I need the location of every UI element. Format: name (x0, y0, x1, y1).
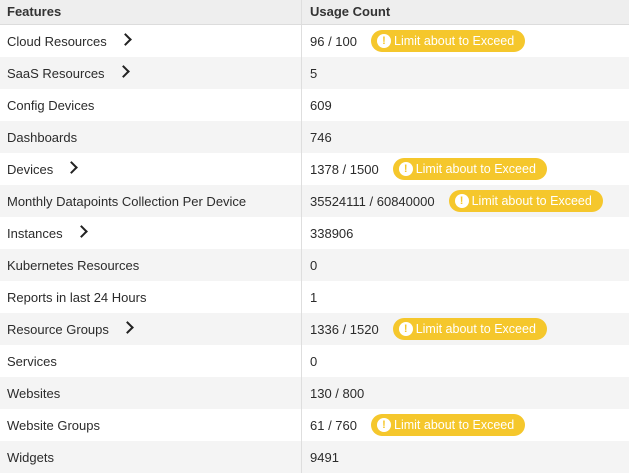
usage-cell: 1336 / 1520! Limit about to Exceed (302, 313, 629, 345)
feature-label: Cloud Resources (7, 33, 107, 49)
chevron-right-icon[interactable] (118, 33, 132, 46)
usage-cell: 130 / 800 (302, 377, 629, 409)
usage-value: 130 / 800 (310, 385, 365, 401)
chevron-right-icon[interactable] (121, 321, 134, 334)
feature-cell: Reports in last 24 Hours (0, 281, 302, 313)
feature-cell: Dashboards (0, 121, 302, 153)
feature-label: Monthly Datapoints Collection Per Device (7, 193, 247, 209)
feature-cell: Website Groups (0, 409, 302, 441)
feature-label: SaaS Resources (7, 65, 105, 81)
usage-count-column-header[interactable]: Usage Count (302, 0, 629, 24)
usage-value: 338906 (310, 225, 354, 241)
table-row[interactable]: Cloud Resources 96 / 100! Limit about to E… (0, 25, 629, 57)
usage-table: Features Usage Count Cloud Resources 96 /… (0, 0, 629, 473)
warning-icon: ! (377, 34, 391, 48)
usage-value: 0 (310, 257, 318, 273)
limit-warning-badge: ! Limit about to Exceed (392, 158, 547, 180)
usage-value: 1 (310, 289, 318, 305)
feature-label: Kubernetes Resources (7, 257, 140, 273)
table-body: Cloud Resources 96 / 100! Limit about to E… (0, 25, 629, 473)
feature-cell: Resource Groups (0, 313, 302, 345)
badge-label: Limit about to Exceed (415, 322, 536, 336)
usage-cell: 0 (302, 249, 629, 281)
chevron-right-icon[interactable] (74, 225, 88, 238)
usage-cell: 609 (302, 89, 629, 121)
badge-label: Limit about to Exceed (471, 194, 592, 208)
feature-cell: Config Devices (0, 89, 302, 121)
limit-warning-badge: ! Limit about to Exceed (371, 30, 526, 52)
warning-icon: ! (398, 162, 413, 176)
table-row[interactable]: Instances 338906 (0, 217, 629, 249)
usage-value: 9491 (310, 449, 339, 465)
usage-value: 35524111 / 60840000 (310, 193, 435, 209)
usage-value: 96 / 100 (310, 33, 357, 49)
usage-cell: 96 / 100! Limit about to Exceed (302, 25, 629, 57)
badge-label: Limit about to Exceed (394, 418, 515, 432)
usage-value: 1378 / 1500 (310, 161, 379, 177)
table-row: Websites 130 / 800 (0, 377, 629, 409)
feature-cell: Monthly Datapoints Collection Per Device (0, 185, 302, 217)
usage-cell: 35524111 / 60840000! Limit about to Excee… (302, 185, 629, 217)
table-row[interactable]: Devices 1378 / 1500! Limit about to Exceed (0, 153, 629, 185)
features-column-header[interactable]: Features (0, 0, 302, 24)
feature-label: Config Devices (7, 97, 95, 113)
warning-icon: ! (377, 418, 391, 432)
feature-label: Websites (7, 385, 61, 401)
table-row: Widgets 9491 (0, 441, 629, 473)
feature-label: Dashboards (7, 129, 78, 145)
table-row: Reports in last 24 Hours 1 (0, 281, 629, 313)
usage-cell: 1378 / 1500! Limit about to Exceed (302, 153, 629, 185)
feature-cell: Devices (0, 153, 302, 185)
usage-cell: 5 (302, 57, 629, 89)
feature-label: Instances (7, 225, 63, 241)
table-row: Kubernetes Resources 0 (0, 249, 629, 281)
warning-icon: ! (454, 194, 469, 208)
usage-cell: 338906 (302, 217, 629, 249)
table-row: Config Devices 609 (0, 89, 629, 121)
chevron-right-icon[interactable] (65, 161, 79, 174)
feature-cell: Services (0, 345, 302, 377)
badge-label: Limit about to Exceed (394, 34, 515, 48)
feature-cell: Widgets (0, 441, 302, 473)
table-row: Monthly Datapoints Collection Per Device… (0, 185, 629, 217)
usage-cell: 0 (302, 345, 629, 377)
table-row: Services 0 (0, 345, 629, 377)
feature-cell: Kubernetes Resources (0, 249, 302, 281)
usage-value: 5 (310, 65, 318, 81)
usage-value: 61 / 760 (310, 417, 357, 433)
table-row[interactable]: SaaS Resources 5 (0, 57, 629, 89)
limit-warning-badge: ! Limit about to Exceed (392, 318, 547, 340)
usage-value: 1336 / 1520 (310, 321, 379, 337)
feature-cell: Instances (0, 217, 302, 249)
feature-label: Widgets (7, 449, 54, 465)
usage-value: 0 (310, 353, 318, 369)
feature-cell: Cloud Resources (0, 25, 302, 57)
badge-label: Limit about to Exceed (415, 162, 536, 176)
usage-cell: 746 (302, 121, 629, 153)
feature-label: Services (7, 353, 57, 369)
usage-value: 609 (310, 97, 332, 113)
usage-cell: 1 (302, 281, 629, 313)
feature-cell: SaaS Resources (0, 57, 302, 89)
limit-warning-badge: ! Limit about to Exceed (448, 190, 603, 212)
feature-label: Reports in last 24 Hours (7, 289, 147, 305)
usage-value: 746 (310, 129, 332, 145)
table-row[interactable]: Resource Groups 1336 / 1520! Limit about t… (0, 313, 629, 345)
feature-label: Devices (7, 161, 54, 177)
limit-warning-badge: ! Limit about to Exceed (371, 414, 526, 436)
feature-label: Resource Groups (7, 321, 109, 337)
usage-cell: 9491 (302, 441, 629, 473)
usage-cell: 61 / 760! Limit about to Exceed (302, 409, 629, 441)
table-row: Dashboards 746 (0, 121, 629, 153)
warning-icon: ! (398, 322, 413, 336)
chevron-right-icon[interactable] (116, 65, 130, 78)
feature-cell: Websites (0, 377, 302, 409)
table-header: Features Usage Count (0, 0, 629, 25)
feature-label: Website Groups (7, 417, 100, 433)
table-row: Website Groups 61 / 760! Limit about to Ex… (0, 409, 629, 441)
